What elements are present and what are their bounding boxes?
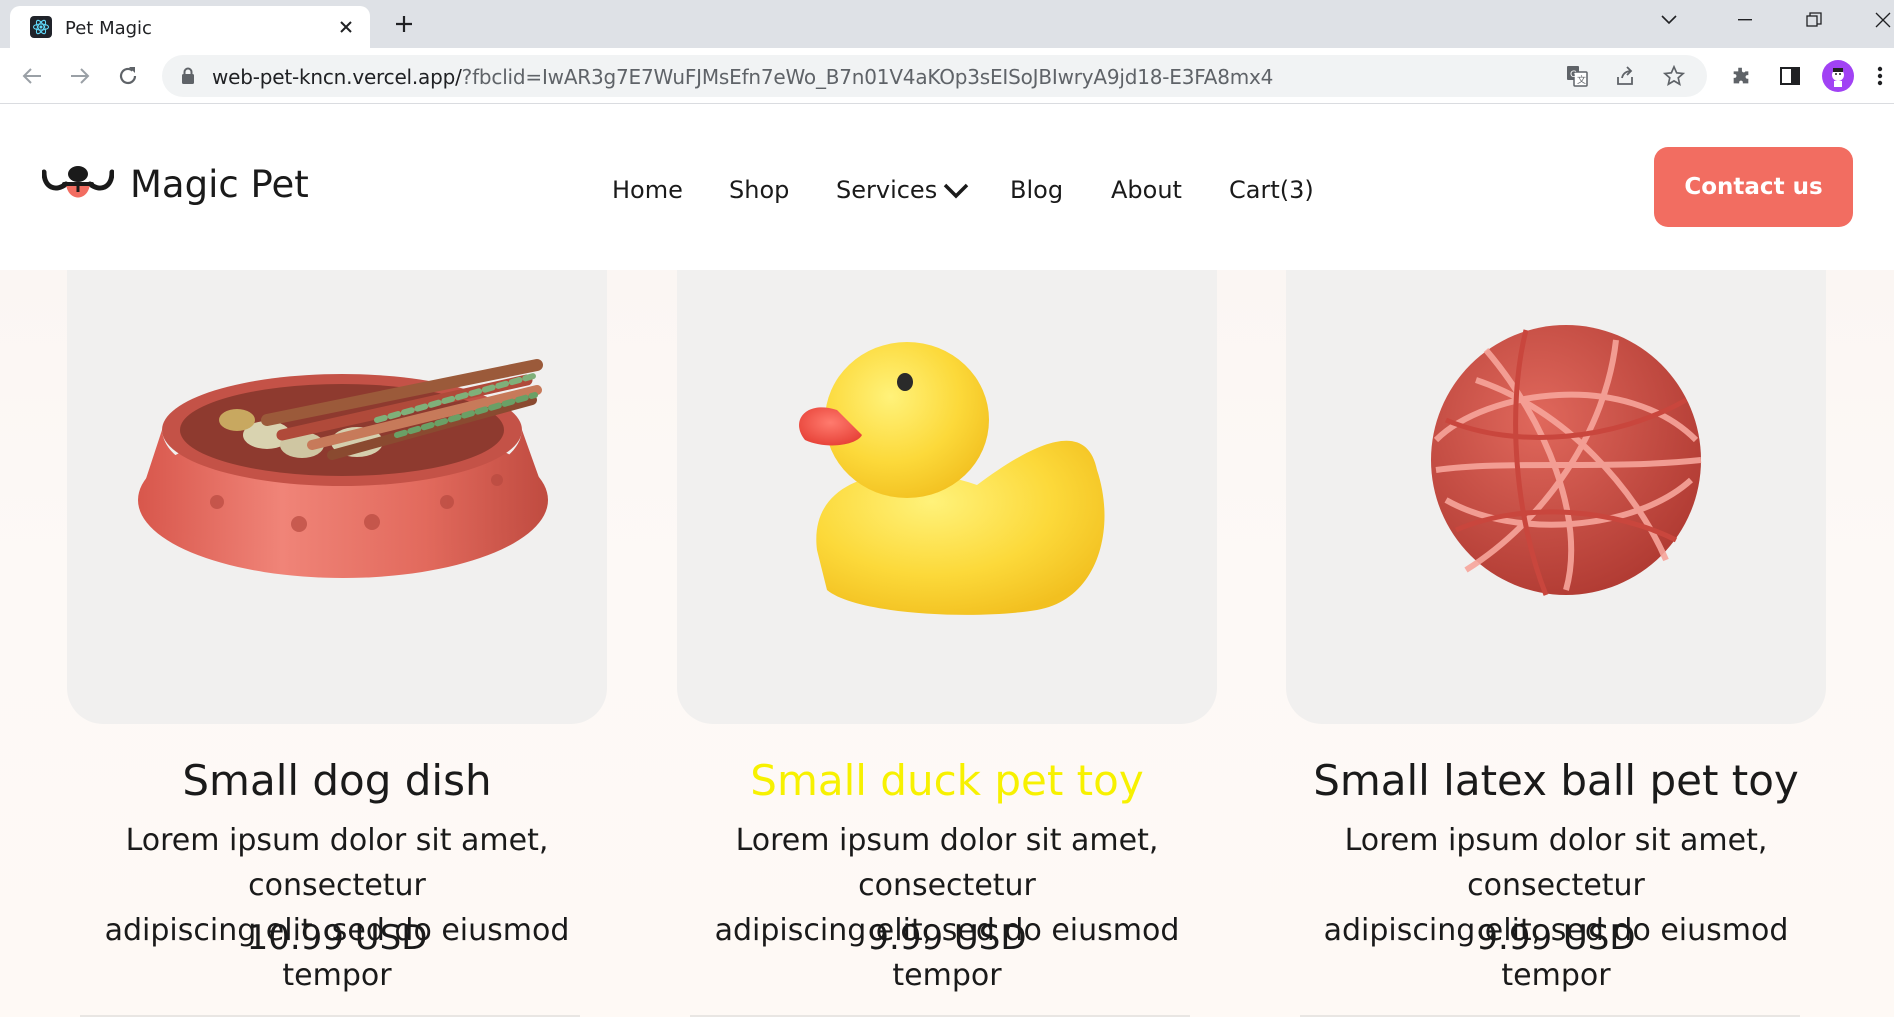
chevron-down-icon[interactable] — [1651, 6, 1687, 34]
translate-icon[interactable]: G文 — [1565, 64, 1589, 88]
product-card[interactable]: Small dog dish Lorem ipsum dolor sit ame… — [67, 270, 607, 994]
logo-text: Magic Pet — [130, 162, 309, 206]
contact-us-button[interactable]: Contact us — [1654, 147, 1853, 227]
nav-blog[interactable]: Blog — [1010, 176, 1063, 204]
product-card[interactable]: Small latex ball pet toy Lorem ipsum dol… — [1286, 270, 1826, 994]
side-panel-icon[interactable] — [1776, 62, 1804, 90]
product-title[interactable]: Small duck pet toy — [657, 756, 1237, 805]
site-logo[interactable]: Magic Pet — [42, 162, 309, 206]
product-description-line: Lorem ipsum dolor sit amet, consectetur — [735, 823, 1159, 903]
react-favicon-icon — [30, 16, 52, 38]
chevron-down-icon — [943, 183, 969, 199]
dog-face-logo-icon — [42, 166, 114, 198]
profile-avatar[interactable] — [1822, 60, 1854, 92]
svg-text:文: 文 — [1577, 74, 1586, 86]
nav-shop[interactable]: Shop — [729, 176, 789, 204]
close-icon[interactable] — [334, 15, 358, 39]
more-icon[interactable] — [1870, 62, 1890, 90]
product-price: 10.99 USD — [246, 918, 428, 958]
nav-about[interactable]: About — [1111, 176, 1182, 204]
product-title[interactable]: Small latex ball pet toy — [1266, 756, 1846, 805]
product-price: 9.99 USD — [1476, 918, 1636, 958]
tab-title: Pet Magic — [65, 18, 152, 39]
product-description-line: Lorem ipsum dolor sit amet, consectetur — [1344, 823, 1768, 903]
product-image-rubber-duck[interactable] — [677, 270, 1217, 724]
product-image-rubber-band-ball[interactable] — [1286, 270, 1826, 724]
svg-text:G: G — [1570, 70, 1577, 80]
window-close-icon[interactable] — [1865, 6, 1894, 34]
url-query: ?fbclid=IwAR3g7E7WuFJMsEfn7eWo_B7n01V4aK… — [461, 65, 1274, 89]
forward-icon[interactable] — [64, 60, 96, 92]
browser-tabstrip: Pet Magic — [0, 0, 1894, 48]
back-icon[interactable] — [16, 60, 48, 92]
browser-tab[interactable]: Pet Magic — [10, 6, 370, 48]
share-icon[interactable] — [1613, 64, 1637, 88]
url-text[interactable]: web-pet-kncn.vercel.app/?fbclid=IwAR3g7E… — [212, 65, 1273, 89]
address-bar[interactable]: web-pet-kncn.vercel.app/?fbclid=IwAR3g7E… — [162, 55, 1707, 97]
product-price: 9.99 USD — [867, 918, 1027, 958]
reload-icon[interactable] — [112, 60, 144, 92]
product-image-dog-dish[interactable] — [67, 270, 607, 724]
product-description: Lorem ipsum dolor sit amet, consectetur … — [657, 818, 1237, 998]
restore-icon[interactable] — [1796, 6, 1832, 34]
lock-icon[interactable] — [178, 66, 198, 86]
product-description-line: Lorem ipsum dolor sit amet, consectetur — [125, 823, 549, 903]
site-header: Magic Pet Home Shop Services Blog About … — [0, 105, 1894, 270]
url-host: web-pet-kncn.vercel.app/ — [212, 65, 462, 89]
nav-services-label: Services — [836, 176, 938, 204]
extensions-icon[interactable] — [1727, 62, 1755, 90]
plus-icon[interactable] — [390, 10, 418, 38]
star-icon[interactable] — [1662, 64, 1686, 88]
product-description: Lorem ipsum dolor sit amet, consectetur … — [1266, 818, 1846, 998]
product-card[interactable]: Small duck pet toy Lorem ipsum dolor sit… — [677, 270, 1217, 994]
browser-toolbar: web-pet-kncn.vercel.app/?fbclid=IwAR3g7E… — [0, 48, 1894, 104]
nav-home[interactable]: Home — [612, 176, 683, 204]
nav-cart[interactable]: Cart(3) — [1229, 176, 1314, 204]
product-description: Lorem ipsum dolor sit amet, consectetur … — [47, 818, 627, 998]
product-grid: Small dog dish Lorem ipsum dolor sit ame… — [0, 270, 1894, 1017]
nav-services[interactable]: Services — [836, 176, 969, 204]
product-title[interactable]: Small dog dish — [47, 756, 627, 805]
minimize-icon[interactable] — [1727, 6, 1763, 34]
